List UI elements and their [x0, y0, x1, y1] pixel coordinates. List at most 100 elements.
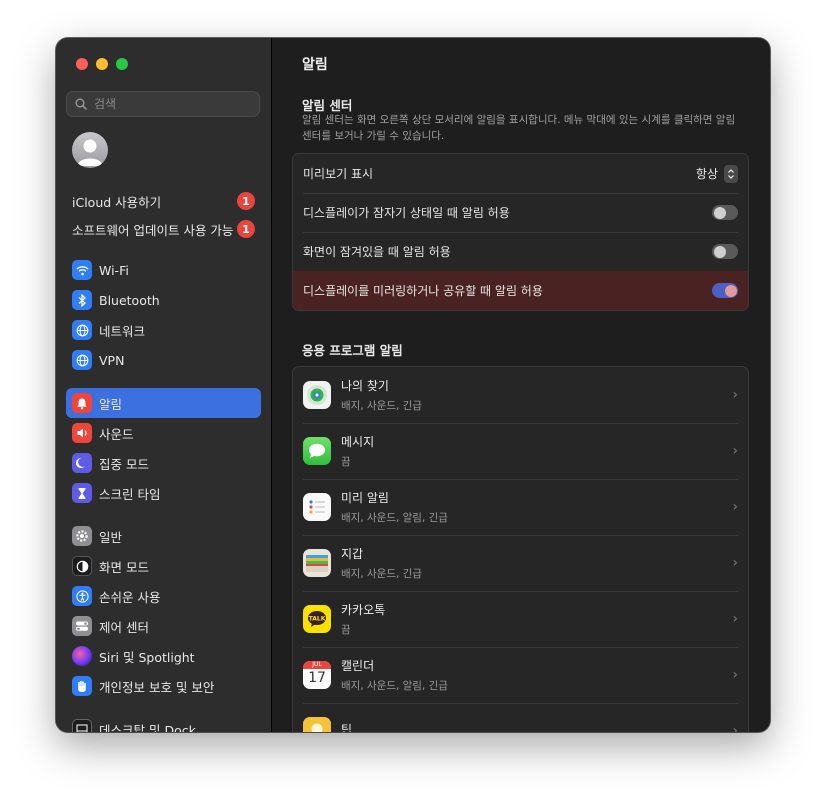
app-name: 나의 찾기 — [341, 379, 389, 393]
app-list-panel: 나의 찾기 배지, 사운드, 긴급 › 메시지 끔 › 미리 알림 배지, 사운… — [292, 366, 749, 732]
sidebar-item-label: 소프트웨어 업데이트 사용 가능 — [72, 222, 234, 238]
sidebar-item-label: 데스크탑 및 Dock — [99, 722, 196, 733]
dock-icon — [72, 719, 92, 732]
search-icon — [75, 98, 87, 110]
calendar-month: JUL — [303, 661, 331, 669]
reminders-icon — [303, 493, 331, 521]
main-content: 알림 알림 센터 알림 센터는 화면 오른쪽 상단 모서리에 알림을 표시합니다… — [272, 38, 770, 732]
notification-center-description: 알림 센터는 화면 오른쪽 상단 모서리에 알림을 표시합니다. 메뉴 막대에 … — [302, 114, 736, 142]
appearance-icon — [72, 556, 92, 576]
sidebar-item-software-update[interactable]: 소프트웨어 업데이트 사용 가능 1 — [66, 214, 261, 244]
notification-badge: 1 — [237, 192, 255, 210]
chevron-right-icon: › — [732, 499, 738, 515]
sidebar-item-bluetooth[interactable]: Bluetooth — [66, 285, 261, 315]
gear-icon — [72, 526, 92, 546]
sidebar-item-label: 화면 모드 — [99, 559, 149, 575]
search-field[interactable] — [66, 91, 260, 117]
calendar-day: 17 — [308, 670, 326, 686]
chevron-up-down-icon — [728, 168, 734, 179]
svg-text:TALK: TALK — [309, 616, 326, 623]
mirroring-toggle[interactable] — [712, 283, 738, 298]
sidebar-item-label: iCloud 사용하기 — [72, 194, 162, 210]
app-name: 지갑 — [341, 547, 364, 561]
app-name: 카카오톡 — [341, 603, 386, 617]
sidebar-item-label: VPN — [99, 352, 125, 368]
sidebar-item-network[interactable]: 네트워크 — [66, 315, 261, 345]
row-label: 미리보기 표시 — [303, 167, 374, 181]
display-sleep-toggle[interactable] — [712, 205, 738, 220]
sidebar-item-control-center[interactable]: 제어 센터 — [66, 611, 261, 641]
sidebar-item-siri-spotlight[interactable]: Siri 및 Spotlight — [66, 641, 261, 671]
notification-badge: 1 — [237, 220, 255, 238]
sidebar-item-label: 사운드 — [99, 426, 134, 442]
wallet-icon — [303, 549, 331, 577]
find-my-icon — [303, 381, 331, 409]
app-detail: 배지, 사운드, 알림, 긴급 — [341, 512, 448, 524]
speaker-icon — [72, 423, 92, 443]
accessibility-icon — [72, 586, 92, 606]
sidebar-item-screen-time[interactable]: 스크린 타임 — [66, 478, 261, 508]
preview-select-value[interactable]: 항상 — [696, 165, 718, 182]
bell-icon — [72, 393, 92, 413]
sidebar-item-label: 제어 센터 — [99, 619, 149, 635]
popup-stepper[interactable] — [724, 164, 738, 183]
tips-icon — [303, 717, 331, 732]
wifi-icon — [72, 260, 92, 280]
minimize-button[interactable] — [96, 58, 108, 70]
app-row-find-my[interactable]: 나의 찾기 배지, 사운드, 긴급 › — [293, 367, 748, 423]
sidebar-item-accessibility[interactable]: 손쉬운 사용 — [66, 581, 261, 611]
sidebar-item-focus[interactable]: 집중 모드 — [66, 448, 261, 478]
hand-icon — [72, 676, 92, 696]
screen-locked-row: 화면이 잠겨있을 때 알림 허용 — [293, 232, 748, 271]
sidebar-item-sound[interactable]: 사운드 — [66, 418, 261, 448]
sidebar-item-label: 네트워크 — [99, 323, 146, 339]
page-title: 알림 — [302, 57, 328, 73]
avatar[interactable] — [72, 132, 108, 168]
kakaotalk-icon: TALK — [303, 605, 331, 633]
sidebar-item-desktop-dock[interactable]: 데스크탑 및 Dock — [66, 714, 261, 732]
window-controls — [76, 58, 128, 70]
sidebar-item-label: Wi-Fi — [99, 262, 129, 278]
app-row-messages[interactable]: 메시지 끔 › — [293, 423, 748, 479]
chevron-right-icon: › — [732, 667, 738, 683]
zoom-button[interactable] — [116, 58, 128, 70]
search-input[interactable] — [92, 96, 246, 112]
chevron-right-icon: › — [732, 443, 738, 459]
app-name: 팁 — [341, 722, 353, 733]
close-button[interactable] — [76, 58, 88, 70]
sidebar-item-vpn[interactable]: VPN — [66, 345, 261, 375]
chevron-right-icon: › — [732, 387, 738, 403]
moon-icon — [72, 453, 92, 473]
app-row-calendar[interactable]: JUL 17 캘린더 배지, 사운드, 알림, 긴급 › — [293, 647, 748, 703]
sidebar-item-label: Siri 및 Spotlight — [99, 649, 195, 665]
app-row-kakaotalk[interactable]: TALK 카카오톡 끔 › — [293, 591, 748, 647]
sidebar-item-privacy-security[interactable]: 개인정보 보호 및 보안 — [66, 671, 261, 701]
sidebar-item-label: 일반 — [99, 529, 123, 545]
app-row-reminders[interactable]: 미리 알림 배지, 사운드, 알림, 긴급 › — [293, 479, 748, 535]
sidebar-item-label: 알림 — [99, 396, 123, 412]
sidebar-item-icloud[interactable]: iCloud 사용하기 1 — [66, 186, 261, 216]
sidebar-item-label: 개인정보 보호 및 보안 — [99, 679, 215, 695]
row-label: 디스플레이가 잠자기 상태일 때 알림 허용 — [303, 206, 510, 220]
globe-icon — [72, 320, 92, 340]
mirroring-row: 디스플레이를 미러링하거나 공유할 때 알림 허용 — [293, 271, 748, 310]
app-row-wallet[interactable]: 지갑 배지, 사운드, 긴급 › — [293, 535, 748, 591]
sidebar-item-label: Bluetooth — [99, 292, 160, 308]
app-detail: 배지, 사운드, 알림, 긴급 — [341, 680, 448, 692]
sidebar: iCloud 사용하기 1 소프트웨어 업데이트 사용 가능 1 Wi-Fi B… — [56, 38, 272, 732]
sidebar-item-appearance[interactable]: 화면 모드 — [66, 551, 261, 581]
screen-locked-toggle[interactable] — [712, 244, 738, 259]
app-row-tips[interactable]: 팁 › — [293, 703, 748, 732]
sidebar-item-general[interactable]: 일반 — [66, 521, 261, 551]
vpn-globe-icon — [72, 350, 92, 370]
sidebar-item-label: 스크린 타임 — [99, 486, 161, 502]
preview-setting-row[interactable]: 미리보기 표시 항상 — [293, 154, 748, 193]
app-detail: 끔 — [341, 456, 351, 468]
app-detail: 끔 — [341, 624, 351, 636]
sidebar-item-label: 집중 모드 — [99, 456, 149, 472]
settings-window: iCloud 사용하기 1 소프트웨어 업데이트 사용 가능 1 Wi-Fi B… — [56, 38, 770, 732]
row-label: 디스플레이를 미러링하거나 공유할 때 알림 허용 — [303, 284, 543, 298]
app-notifications-title: 응용 프로그램 알림 — [302, 343, 403, 358]
sidebar-item-wifi[interactable]: Wi-Fi — [66, 255, 261, 285]
sidebar-item-notifications[interactable]: 알림 — [66, 388, 261, 418]
